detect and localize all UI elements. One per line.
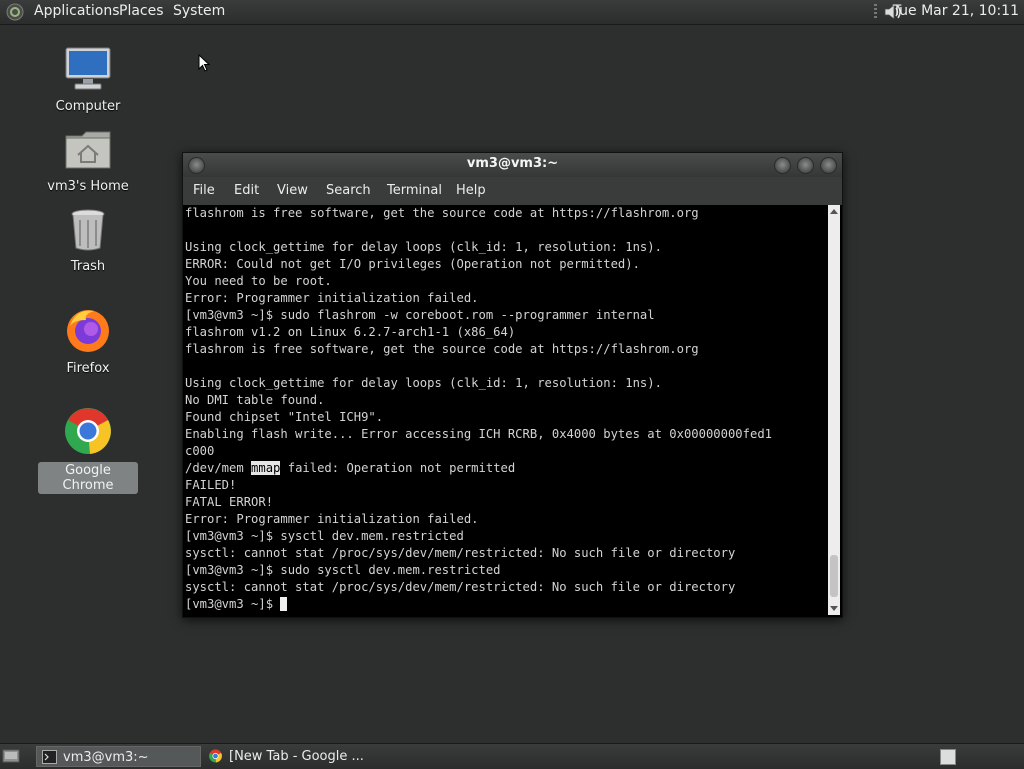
terminal-prompt-line[interactable]: [vm3@vm3 ~]$ <box>185 596 827 613</box>
scroll-up-arrow-icon[interactable] <box>830 209 838 214</box>
bottom-panel: vm3@vm3:~ [New Tab - Google ... <box>0 743 1024 769</box>
terminal-line: flashrom is free software, get the sourc… <box>185 206 699 220</box>
chrome-icon <box>209 749 222 763</box>
minimize-button[interactable] <box>774 157 791 174</box>
desktop-icon-chrome[interactable]: Google Chrome <box>38 406 138 494</box>
home-folder-icon <box>65 131 111 169</box>
desktop-icon-firefox[interactable]: Firefox <box>38 306 138 377</box>
desktop-icon-label: Trash <box>70 259 106 274</box>
window-title: vm3@vm3:~ <box>466 156 559 171</box>
menu-places[interactable]: Places <box>119 3 164 19</box>
menu-applications[interactable]: Applications <box>34 3 120 19</box>
selected-text: mmap <box>251 461 281 475</box>
terminal-menubar: File Edit View Search Terminal Help <box>183 177 842 205</box>
computer-icon <box>65 47 111 90</box>
taskbar-item-chrome[interactable]: [New Tab - Google ... <box>203 746 373 767</box>
terminal-line: Using clock_gettime for delay loops (clk… <box>185 240 662 254</box>
top-panel: Applications Places System Tue Mar 21, 1… <box>0 0 1024 25</box>
terminal-window[interactable]: vm3@vm3:~ File Edit View Search Terminal… <box>182 152 843 618</box>
terminal-line: FAILED! <box>185 478 237 492</box>
menu-terminal[interactable]: Terminal <box>387 183 442 198</box>
trash-icon <box>71 209 105 251</box>
terminal-line: flashrom is free software, get the sourc… <box>185 342 699 356</box>
menu-edit[interactable]: Edit <box>234 183 259 198</box>
terminal-line: Found chipset "Intel ICH9". <box>185 410 384 424</box>
terminal-line: /dev/mem mmap failed: Operation not perm… <box>185 461 516 475</box>
terminal-scrollbar[interactable] <box>828 205 840 615</box>
taskbar-item-terminal[interactable]: vm3@vm3:~ <box>36 746 201 767</box>
desktop-icon-home[interactable]: vm3's Home <box>38 128 138 195</box>
terminal-line: [vm3@vm3 ~]$ sudo flashrom -w coreboot.r… <box>185 308 655 322</box>
close-button[interactable] <box>820 157 837 174</box>
menu-file[interactable]: File <box>193 183 215 198</box>
clock[interactable]: Tue Mar 21, 10:11 <box>893 3 1019 19</box>
desktop-icon-label: Google Chrome <box>38 462 138 494</box>
terminal-line: You need to be root. <box>185 274 332 288</box>
desktop-icon-label: vm3's Home <box>47 179 129 194</box>
terminal-line: c000 <box>185 444 215 458</box>
show-desktop-icon[interactable] <box>2 748 20 764</box>
distro-logo-icon[interactable] <box>6 3 24 21</box>
menu-help[interactable]: Help <box>456 183 486 198</box>
terminal-line: Enabling flash write... Error accessing … <box>185 427 772 441</box>
taskbar-item-label: vm3@vm3:~ <box>63 750 149 765</box>
menu-search[interactable]: Search <box>326 183 371 198</box>
scroll-down-arrow-icon[interactable] <box>830 606 838 611</box>
terminal-line: sysctl: cannot stat /proc/sys/dev/mem/re… <box>185 580 736 594</box>
chrome-icon <box>65 408 111 454</box>
panel-separator <box>874 4 877 20</box>
desktop-icon-computer[interactable]: Computer <box>38 46 138 115</box>
menu-system[interactable]: System <box>173 3 225 19</box>
firefox-icon <box>67 310 109 352</box>
desktop-icon-label: Firefox <box>66 361 110 376</box>
terminal-line: Error: Programmer initialization failed. <box>185 291 479 305</box>
terminal-line: ERROR: Could not get I/O privileges (Ope… <box>185 257 640 271</box>
menu-view[interactable]: View <box>277 183 308 198</box>
terminal-line: [vm3@vm3 ~]$ sudo sysctl dev.mem.restric… <box>185 563 501 577</box>
terminal-line: FATAL ERROR! <box>185 495 274 509</box>
workspace-switcher[interactable] <box>940 749 956 765</box>
terminal-line: Error: Programmer initialization failed. <box>185 512 479 526</box>
terminal-line: flashrom v1.2 on Linux 6.2.7-arch1-1 (x8… <box>185 325 516 339</box>
terminal-line: sysctl: cannot stat /proc/sys/dev/mem/re… <box>185 546 736 560</box>
maximize-button[interactable] <box>797 157 814 174</box>
window-menu-button[interactable] <box>188 157 205 174</box>
scrollbar-thumb[interactable] <box>830 555 838 597</box>
terminal-line: Using clock_gettime for delay loops (clk… <box>185 376 662 390</box>
terminal-output[interactable]: flashrom is free software, get the sourc… <box>185 205 827 615</box>
taskbar-item-label: [New Tab - Google ... <box>229 749 364 764</box>
window-titlebar[interactable]: vm3@vm3:~ <box>183 153 842 177</box>
terminal-line: No DMI table found. <box>185 393 325 407</box>
desktop-icon-trash[interactable]: Trash <box>38 208 138 275</box>
terminal-line: [vm3@vm3 ~]$ sysctl dev.mem.restricted <box>185 529 464 543</box>
text-cursor <box>280 597 288 611</box>
desktop-icon-label: Computer <box>55 99 121 114</box>
terminal-icon <box>42 750 57 764</box>
mouse-pointer-icon <box>198 54 210 72</box>
